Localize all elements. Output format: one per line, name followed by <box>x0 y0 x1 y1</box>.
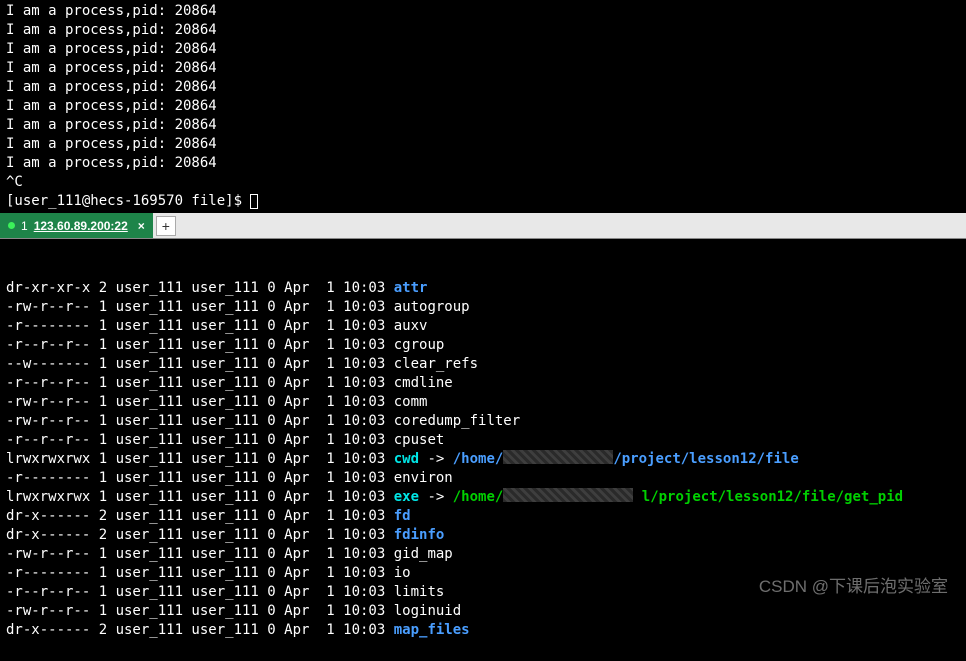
link-target-mid: l <box>633 488 650 507</box>
ls-metadata: dr-xr-xr-x 2 user_111 user_111 0 Apr 1 1… <box>6 279 394 298</box>
ls-filename: cmdline <box>394 374 453 393</box>
ls-metadata: --w------- 1 user_111 user_111 0 Apr 1 1… <box>6 355 394 374</box>
interrupt-text: ^C <box>6 173 960 192</box>
ls-metadata: -r--r--r-- 1 user_111 user_111 0 Apr 1 1… <box>6 431 394 450</box>
tab-index: 1 <box>21 219 28 233</box>
ls-row: dr-xr-xr-x 2 user_111 user_111 0 Apr 1 1… <box>6 279 960 298</box>
cursor <box>250 194 258 209</box>
ls-filename: loginuid <box>394 602 461 621</box>
ls-row: -rw-r--r-- 1 user_111 user_111 0 Apr 1 1… <box>6 298 960 317</box>
link-arrow: -> <box>419 488 453 507</box>
tabs-bar: 1 123.60.89.200:22 × + <box>0 213 966 239</box>
add-tab-button[interactable]: + <box>156 216 176 236</box>
ls-row: dr-x------ 2 user_111 user_111 0 Apr 1 1… <box>6 621 960 640</box>
ls-metadata: dr-x------ 2 user_111 user_111 0 Apr 1 1… <box>6 526 394 545</box>
ls-filename: fdinfo <box>394 526 445 545</box>
link-target-suffix: /project/lesson12/file <box>613 450 798 469</box>
ls-row: -r-------- 1 user_111 user_111 0 Apr 1 1… <box>6 469 960 488</box>
ls-metadata: -r-------- 1 user_111 user_111 0 Apr 1 1… <box>6 564 394 583</box>
plus-icon: + <box>162 218 170 234</box>
ls-row: -r-------- 1 user_111 user_111 0 Apr 1 1… <box>6 564 960 583</box>
ls-filename: environ <box>394 469 453 488</box>
shell-prompt[interactable]: [user_111@hecs-169570 file]$ <box>6 192 960 211</box>
ls-filename: cpuset <box>394 431 445 450</box>
ls-row: -rw-r--r-- 1 user_111 user_111 0 Apr 1 1… <box>6 602 960 621</box>
ls-row: lrwxrwxrwx 1 user_111 user_111 0 Apr 1 1… <box>6 450 960 469</box>
link-target-prefix: /home/ <box>453 488 504 507</box>
ls-metadata: lrwxrwxrwx 1 user_111 user_111 0 Apr 1 1… <box>6 450 394 469</box>
link-target-prefix: /home/ <box>453 450 504 469</box>
ls-filename: comm <box>394 393 428 412</box>
tab-label: 123.60.89.200:22 <box>34 219 128 233</box>
ls-row: lrwxrwxrwx 1 user_111 user_111 0 Apr 1 1… <box>6 488 960 507</box>
ls-row: dr-x------ 2 user_111 user_111 0 Apr 1 1… <box>6 507 960 526</box>
process-output-line: I am a process,pid: 20864 <box>6 2 960 21</box>
ls-filename: fd <box>394 507 411 526</box>
process-output-line: I am a process,pid: 20864 <box>6 21 960 40</box>
ls-metadata: -rw-r--r-- 1 user_111 user_111 0 Apr 1 1… <box>6 545 394 564</box>
process-output-line: I am a process,pid: 20864 <box>6 59 960 78</box>
ls-row: dr-x------ 2 user_111 user_111 0 Apr 1 1… <box>6 526 960 545</box>
ls-row: -r--r--r-- 1 user_111 user_111 0 Apr 1 1… <box>6 583 960 602</box>
ls-metadata: -rw-r--r-- 1 user_111 user_111 0 Apr 1 1… <box>6 298 394 317</box>
ls-row: -rw-r--r-- 1 user_111 user_111 0 Apr 1 1… <box>6 545 960 564</box>
ls-row: -r--r--r-- 1 user_111 user_111 0 Apr 1 1… <box>6 431 960 450</box>
ls-metadata: -rw-r--r-- 1 user_111 user_111 0 Apr 1 1… <box>6 602 394 621</box>
top-terminal: I am a process,pid: 20864I am a process,… <box>0 0 966 213</box>
redacted-path <box>503 488 633 502</box>
redacted-path <box>503 450 613 464</box>
ls-row: -r--r--r-- 1 user_111 user_111 0 Apr 1 1… <box>6 374 960 393</box>
ls-row: -rw-r--r-- 1 user_111 user_111 0 Apr 1 1… <box>6 393 960 412</box>
ls-filename: autogroup <box>394 298 470 317</box>
ls-row: -rw-r--r-- 1 user_111 user_111 0 Apr 1 1… <box>6 412 960 431</box>
ls-metadata: -r--r--r-- 1 user_111 user_111 0 Apr 1 1… <box>6 374 394 393</box>
ls-filename: auxv <box>394 317 428 336</box>
ls-metadata: -r-------- 1 user_111 user_111 0 Apr 1 1… <box>6 317 394 336</box>
ls-filename: clear_refs <box>394 355 478 374</box>
ls-row: -r-------- 1 user_111 user_111 0 Apr 1 1… <box>6 317 960 336</box>
ls-filename: map_files <box>394 621 470 640</box>
process-output-line: I am a process,pid: 20864 <box>6 135 960 154</box>
ls-filename: exe <box>394 488 419 507</box>
process-output-line: I am a process,pid: 20864 <box>6 116 960 135</box>
ls-filename: cwd <box>394 450 419 469</box>
process-output-line: I am a process,pid: 20864 <box>6 40 960 59</box>
ls-row: --w------- 1 user_111 user_111 0 Apr 1 1… <box>6 355 960 374</box>
ls-filename: limits <box>394 583 445 602</box>
ls-row: -r--r--r-- 1 user_111 user_111 0 Apr 1 1… <box>6 336 960 355</box>
bottom-terminal[interactable]: dr-xr-xr-x 2 user_111 user_111 0 Apr 1 1… <box>0 239 966 661</box>
ls-filename: cgroup <box>394 336 445 355</box>
ls-metadata: -rw-r--r-- 1 user_111 user_111 0 Apr 1 1… <box>6 412 394 431</box>
link-arrow: -> <box>419 450 453 469</box>
ls-metadata: -r--r--r-- 1 user_111 user_111 0 Apr 1 1… <box>6 583 394 602</box>
process-output-line: I am a process,pid: 20864 <box>6 154 960 173</box>
ls-metadata: dr-x------ 2 user_111 user_111 0 Apr 1 1… <box>6 507 394 526</box>
link-target-suffix: /project/lesson12/file/get_pid <box>650 488 903 507</box>
prompt-text: [user_111@hecs-169570 file]$ <box>6 193 250 209</box>
status-dot-icon <box>8 222 15 229</box>
ls-filename: coredump_filter <box>394 412 520 431</box>
ls-metadata: lrwxrwxrwx 1 user_111 user_111 0 Apr 1 1… <box>6 488 394 507</box>
process-output-line: I am a process,pid: 20864 <box>6 97 960 116</box>
ls-metadata: dr-x------ 2 user_111 user_111 0 Apr 1 1… <box>6 621 394 640</box>
ls-filename: attr <box>394 279 428 298</box>
ls-metadata: -r-------- 1 user_111 user_111 0 Apr 1 1… <box>6 469 394 488</box>
ls-filename: gid_map <box>394 545 453 564</box>
process-output-line: I am a process,pid: 20864 <box>6 78 960 97</box>
ls-metadata: -r--r--r-- 1 user_111 user_111 0 Apr 1 1… <box>6 336 394 355</box>
ls-filename: io <box>394 564 411 583</box>
session-tab[interactable]: 1 123.60.89.200:22 × <box>0 213 153 238</box>
close-icon[interactable]: × <box>138 219 145 233</box>
ls-metadata: -rw-r--r-- 1 user_111 user_111 0 Apr 1 1… <box>6 393 394 412</box>
